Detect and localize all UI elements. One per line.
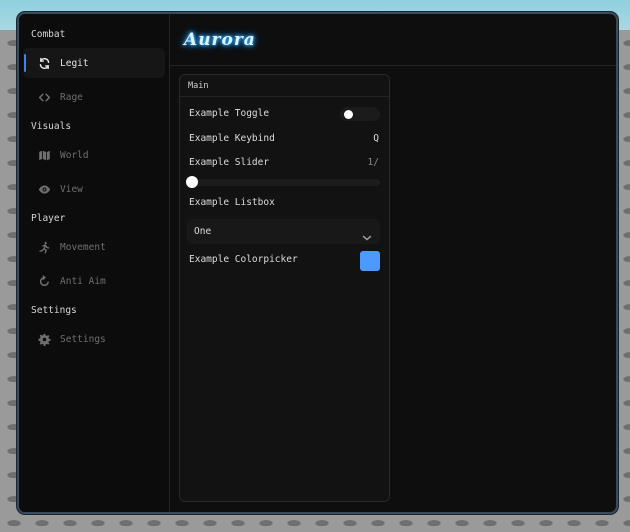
nav-label-settings: Settings xyxy=(60,333,106,345)
nav-label-view: View xyxy=(60,183,83,195)
nav-label-rage: Rage xyxy=(60,91,83,103)
app-logo: Aurora xyxy=(184,30,256,50)
nav-item-movement[interactable]: Movement xyxy=(23,232,165,262)
color-swatch[interactable] xyxy=(360,251,380,271)
header-bar: Aurora xyxy=(170,14,616,66)
map-icon xyxy=(37,148,51,162)
nav-item-view[interactable]: View xyxy=(23,174,165,204)
toggle-knob xyxy=(344,110,353,119)
nav-label-world: World xyxy=(60,149,89,161)
code-icon xyxy=(37,90,51,104)
main-panel: Main Example Toggle Example Keybind Q Ex… xyxy=(179,74,390,502)
nav-label-anti-aim: Anti Aim xyxy=(60,275,106,287)
running-icon xyxy=(37,240,51,254)
cheat-menu-window: Combat Legit Rage Visuals World View Pla… xyxy=(17,12,618,514)
section-title-settings: Settings xyxy=(31,305,77,316)
nav-item-settings[interactable]: Settings xyxy=(23,324,165,354)
slider-handle[interactable] xyxy=(186,176,198,188)
nav-item-anti-aim[interactable]: Anti Aim xyxy=(23,266,165,296)
panel-title: Main xyxy=(188,81,209,91)
nav-label-legit: Legit xyxy=(60,57,89,69)
refresh-icon xyxy=(37,274,51,288)
eye-icon xyxy=(37,182,51,196)
chevron-down-icon xyxy=(362,227,372,241)
nav-item-world[interactable]: World xyxy=(23,140,165,170)
sidebar: Combat Legit Rage Visuals World View Pla… xyxy=(19,14,170,512)
gear-icon xyxy=(37,332,51,346)
nav-label-movement: Movement xyxy=(60,241,106,253)
slider-value: 1/ xyxy=(367,157,379,168)
listbox-label: Example Listbox xyxy=(189,197,275,208)
nav-item-rage[interactable]: Rage xyxy=(23,82,165,112)
section-title-visuals: Visuals xyxy=(31,121,72,132)
example-toggle[interactable] xyxy=(340,107,380,121)
keybind-label: Example Keybind xyxy=(189,133,275,144)
section-title-player: Player xyxy=(31,213,66,224)
panel-divider xyxy=(180,96,389,97)
toggle-label: Example Toggle xyxy=(189,108,270,119)
example-listbox[interactable]: One xyxy=(187,219,380,244)
section-title-combat: Combat xyxy=(31,29,66,40)
nav-item-legit[interactable]: Legit xyxy=(23,48,165,78)
active-indicator xyxy=(24,54,26,72)
keybind-value[interactable]: Q xyxy=(373,133,379,144)
colorpicker-label: Example Colorpicker xyxy=(189,254,298,265)
slider-label: Example Slider xyxy=(189,157,270,168)
example-slider[interactable] xyxy=(186,176,380,188)
sync-icon xyxy=(37,56,51,70)
listbox-selected-value: One xyxy=(194,226,212,237)
